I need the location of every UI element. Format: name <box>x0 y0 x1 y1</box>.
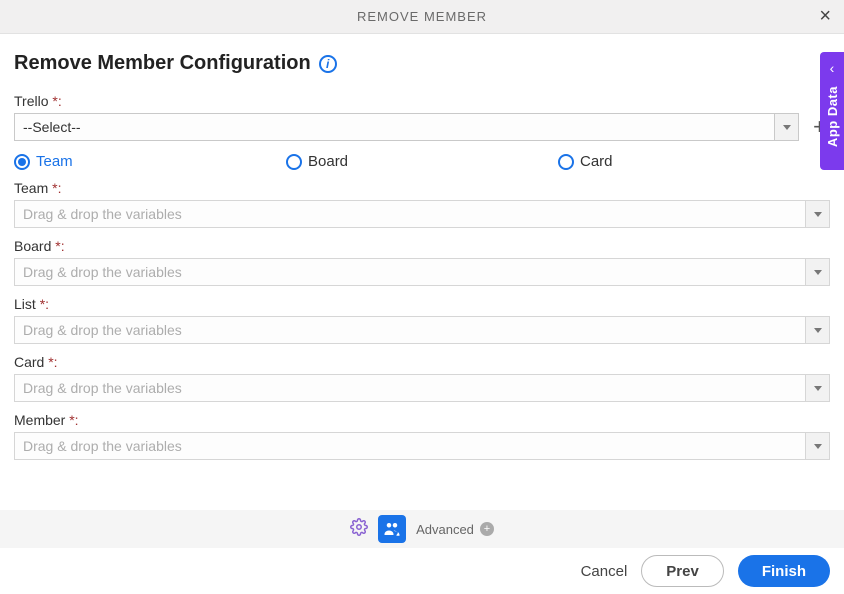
prev-button[interactable]: Prev <box>641 555 724 587</box>
team-input-row <box>14 200 830 228</box>
radio-icon <box>14 154 30 170</box>
dialog-title: REMOVE MEMBER <box>357 9 487 24</box>
required-mark: *: <box>52 180 61 196</box>
dialog-titlebar: REMOVE MEMBER × <box>0 0 844 34</box>
page-title: Remove Member Configuration <box>14 52 311 75</box>
member-label: Member *: <box>14 412 830 428</box>
board-label: Board *: <box>14 238 830 254</box>
dialog-footer: Cancel Prev Finish <box>0 548 844 594</box>
advanced-label: Advanced <box>416 522 474 537</box>
member-field[interactable] <box>15 433 805 459</box>
list-field-group: List *: <box>14 296 830 344</box>
member-input-row <box>14 432 830 460</box>
board-dropdown-button[interactable] <box>805 259 829 285</box>
cancel-button[interactable]: Cancel <box>581 563 628 580</box>
list-dropdown-button[interactable] <box>805 317 829 343</box>
page-title-row: Remove Member Configuration i <box>14 52 830 75</box>
card-label: Card *: <box>14 354 830 370</box>
trello-label-text: Trello <box>14 93 52 109</box>
gear-icon[interactable] <box>350 518 368 541</box>
finish-button[interactable]: Finish <box>738 555 830 587</box>
advanced-toggle[interactable]: Advanced + <box>416 522 494 537</box>
list-field[interactable] <box>15 317 805 343</box>
board-field-group: Board *: <box>14 238 830 286</box>
board-input-row <box>14 258 830 286</box>
chevron-left-icon: ‹ <box>830 60 835 76</box>
board-field[interactable] <box>15 259 805 285</box>
trello-select-value: --Select-- <box>15 114 774 140</box>
card-input-row <box>14 374 830 402</box>
trello-select[interactable]: --Select-- <box>14 113 799 141</box>
content-area: Remove Member Configuration i Trello *: … <box>0 34 844 460</box>
people-icon[interactable] <box>378 515 406 543</box>
team-dropdown-button[interactable] <box>805 201 829 227</box>
required-mark: *: <box>55 238 64 254</box>
radio-team-label: Team <box>36 153 73 170</box>
team-label: Team *: <box>14 180 830 196</box>
info-icon[interactable]: i <box>319 55 337 73</box>
list-input-row <box>14 316 830 344</box>
close-icon[interactable]: × <box>819 6 832 26</box>
side-tab-label: App Data <box>825 86 840 147</box>
required-mark: *: <box>69 412 78 428</box>
required-mark: *: <box>40 296 49 312</box>
card-field-group: Card *: <box>14 354 830 402</box>
trello-group: Trello *: --Select-- + <box>14 93 830 141</box>
trello-row: --Select-- + <box>14 113 830 141</box>
team-field-group: Team *: <box>14 180 830 228</box>
required-mark: *: <box>48 354 57 370</box>
radio-board-label: Board <box>308 153 348 170</box>
required-mark: *: <box>52 93 61 109</box>
team-field[interactable] <box>15 201 805 227</box>
card-field[interactable] <box>15 375 805 401</box>
chevron-down-icon[interactable] <box>774 114 798 140</box>
radio-card-label: Card <box>580 153 613 170</box>
member-dropdown-button[interactable] <box>805 433 829 459</box>
radio-team[interactable]: Team <box>14 153 286 170</box>
list-label: List *: <box>14 296 830 312</box>
bottom-toolbar: Advanced + <box>0 510 844 548</box>
scope-radio-group: Team Board Card <box>14 153 830 170</box>
plus-circle-icon: + <box>480 522 494 536</box>
radio-board[interactable]: Board <box>286 153 558 170</box>
radio-icon <box>558 154 574 170</box>
radio-icon <box>286 154 302 170</box>
trello-label: Trello *: <box>14 93 830 109</box>
app-data-side-tab[interactable]: ‹ App Data <box>820 52 844 170</box>
member-field-group: Member *: <box>14 412 830 460</box>
card-dropdown-button[interactable] <box>805 375 829 401</box>
radio-card[interactable]: Card <box>558 153 830 170</box>
